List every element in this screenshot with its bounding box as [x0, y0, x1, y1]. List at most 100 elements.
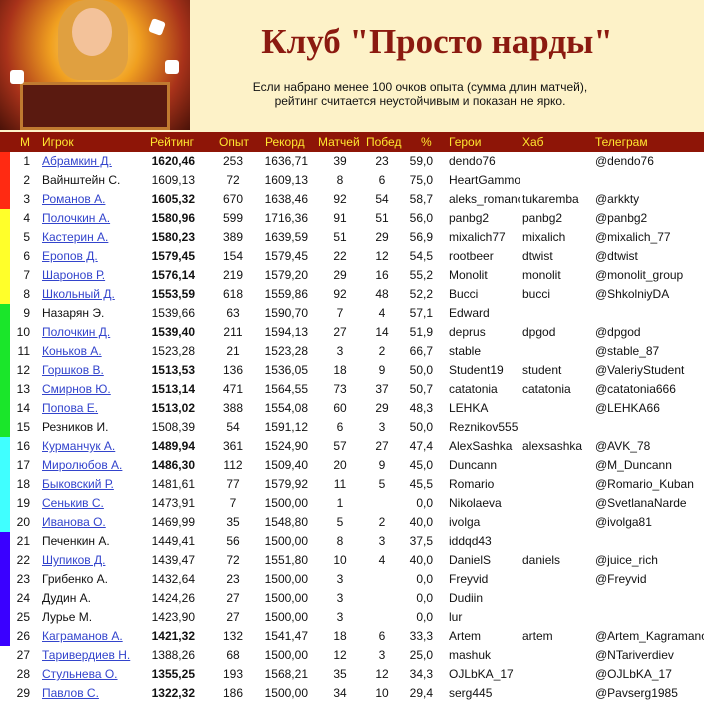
rating: 1449,41: [151, 534, 195, 548]
player-link[interactable]: Павлов С.: [42, 686, 99, 700]
win-percent: 40,0: [409, 515, 433, 529]
player-link[interactable]: Миролюбов А.: [42, 458, 122, 472]
player-link[interactable]: Романов А.: [42, 192, 105, 206]
col-rating[interactable]: Рейтинг: [150, 135, 194, 149]
heroes-nick: panbg2: [449, 211, 490, 225]
telegram-handle: @arkkty: [595, 192, 640, 206]
wins: 6: [378, 173, 386, 187]
heroes-nick: serg445: [449, 686, 493, 700]
player-link[interactable]: Полочкин Д.: [42, 325, 110, 339]
record: 1500,00: [264, 534, 308, 548]
table-row: 15 Резников И. 1508,39 54 1591,12 6 3 50,0 Rezni…: [0, 418, 704, 437]
experience: 388: [222, 401, 244, 415]
matches: 3: [336, 610, 344, 624]
col-heroes[interactable]: Герои: [449, 135, 481, 149]
player-link[interactable]: Сенькив С.: [42, 496, 104, 510]
record: 1524,90: [264, 439, 308, 453]
experience: 219: [222, 268, 244, 282]
record: 1559,86: [264, 287, 308, 301]
col-player[interactable]: Игрок: [42, 135, 74, 149]
win-percent: 54,5: [409, 249, 433, 263]
player-link[interactable]: Шупиков Д.: [42, 553, 105, 567]
place: 19: [16, 496, 30, 510]
place: 22: [16, 553, 30, 567]
player-link[interactable]: Абрамкин Д.: [42, 154, 112, 168]
experience: 23: [226, 572, 240, 586]
win-percent: 56,0: [409, 211, 433, 225]
heroes-nick: Dudiin: [449, 591, 484, 605]
player-name: Грибенко А.: [42, 572, 108, 586]
player-link[interactable]: Смирнов Ю.: [42, 382, 111, 396]
matches: 73: [333, 382, 347, 396]
experience: 77: [226, 477, 240, 491]
table-row: 26 Каграманов А. 1421,32 132 1541,47 18 6 33,3 A…: [0, 627, 704, 646]
player-link[interactable]: Еропов Д.: [42, 249, 98, 263]
col-exp[interactable]: Опыт: [219, 135, 249, 149]
rating: 1539,66: [151, 306, 195, 320]
telegram-handle: @SvetlanaNarde: [595, 496, 687, 510]
col-pct[interactable]: %: [421, 135, 432, 149]
rating: 1355,25: [151, 667, 195, 681]
rating: 1421,32: [151, 629, 195, 643]
win-percent: 29,4: [409, 686, 433, 700]
player-link[interactable]: Шаронов Р.: [42, 268, 105, 282]
player-link[interactable]: Иванова О.: [42, 515, 106, 529]
heroes-nick: Bucci: [449, 287, 479, 301]
telegram-handle: @catatonia666: [595, 382, 676, 396]
player-link[interactable]: Курманчук А.: [42, 439, 115, 453]
rating: 1423,90: [151, 610, 195, 624]
player-link[interactable]: Кастерин А.: [42, 230, 108, 244]
hub-nick: alexsashka: [522, 439, 583, 453]
matches: 35: [333, 667, 347, 681]
col-record[interactable]: Рекорд: [265, 135, 305, 149]
place: 7: [23, 268, 30, 282]
player-link[interactable]: Стульнева О.: [42, 667, 118, 681]
player-link[interactable]: Попова Е.: [42, 401, 98, 415]
player-link[interactable]: Каграманов А.: [42, 629, 123, 643]
experience: 68: [226, 648, 240, 662]
player-link[interactable]: Быковский Р.: [42, 477, 114, 491]
matches: 91: [333, 211, 347, 225]
player-link[interactable]: Школьный Д.: [42, 287, 115, 301]
rating: 1513,02: [151, 401, 195, 415]
player-name: Вайнштейн С.: [42, 173, 121, 187]
wins: 23: [375, 154, 389, 168]
col-matches[interactable]: Матчей: [318, 135, 360, 149]
col-hub[interactable]: Хаб: [522, 135, 544, 149]
col-place[interactable]: М: [20, 135, 30, 149]
win-percent: 0,0: [416, 610, 433, 624]
player-name: Печенкин А.: [42, 534, 110, 548]
rating: 1489,94: [151, 439, 195, 453]
telegram-handle: @ValeriyStudent: [595, 363, 685, 377]
place: 28: [16, 667, 30, 681]
record: 1579,45: [264, 249, 308, 263]
player-link[interactable]: Коньков А.: [42, 344, 102, 358]
record: 1548,80: [264, 515, 308, 529]
table-row: 1 Абрамкин Д. 1620,46 253 1636,71 39 23 59,0 den…: [0, 152, 704, 171]
matches: 7: [336, 306, 344, 320]
telegram-handle: @dtwist: [595, 249, 638, 263]
place: 5: [23, 230, 30, 244]
player-link[interactable]: Таривердиев Н.: [42, 648, 130, 662]
wins: 10: [375, 686, 389, 700]
rating: 1580,96: [151, 211, 195, 225]
record: 1594,13: [264, 325, 308, 339]
record: 1591,12: [264, 420, 308, 434]
matches: 34: [333, 686, 347, 700]
player-link[interactable]: Полочкин А.: [42, 211, 110, 225]
telegram-handle: @NTariverdiev: [595, 648, 674, 662]
matches: 10: [333, 553, 347, 567]
player-link[interactable]: Горшков В.: [42, 363, 104, 377]
place: 18: [16, 477, 30, 491]
rating: 1605,32: [151, 192, 195, 206]
rating-note: Если набрано менее 100 очков опыта (сумм…: [190, 80, 650, 108]
telegram-handle: @AVK_78: [595, 439, 651, 453]
wins: 9: [378, 363, 386, 377]
col-telegram[interactable]: Телеграм: [595, 135, 648, 149]
tier-stripe: [0, 608, 10, 627]
col-wins[interactable]: Побед: [366, 135, 401, 149]
win-percent: 50,0: [409, 420, 433, 434]
experience: 112: [223, 458, 243, 472]
experience: 7: [229, 496, 237, 510]
place: 6: [23, 249, 30, 263]
